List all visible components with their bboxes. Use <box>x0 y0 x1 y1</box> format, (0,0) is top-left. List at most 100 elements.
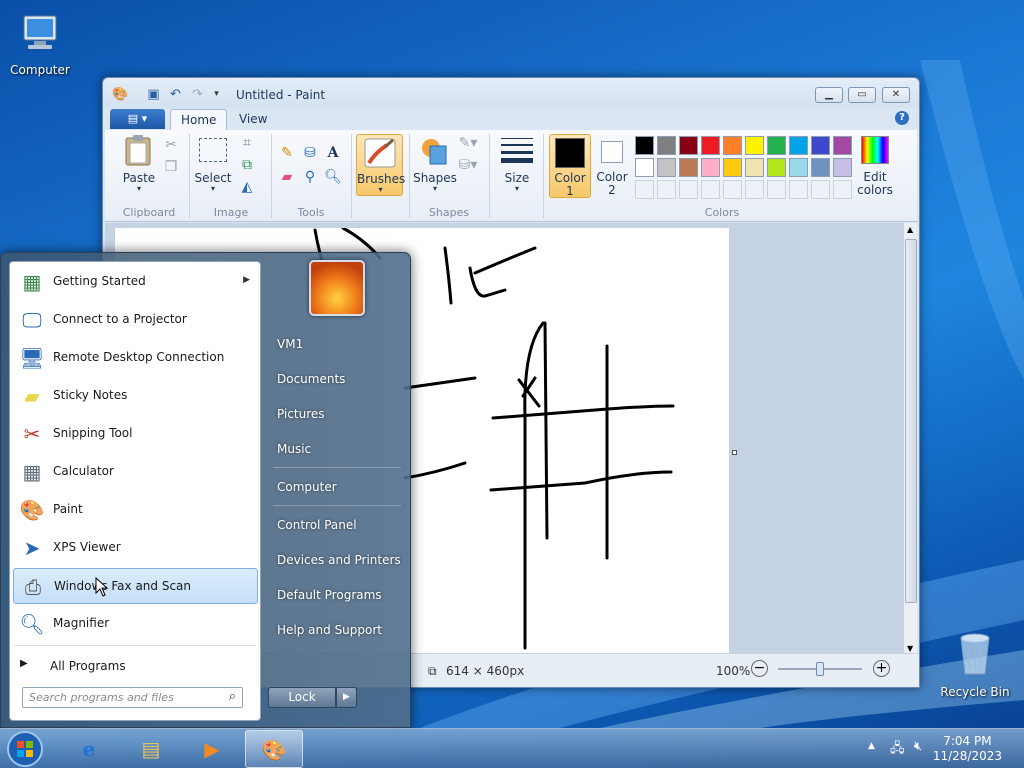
select-button[interactable]: Select ▾ <box>193 134 233 196</box>
internet-explorer-icon[interactable]: e <box>60 730 118 768</box>
shutdown-options-button[interactable]: ▶ <box>336 687 357 708</box>
start-menu-item[interactable]: ⎙ Windows Fax and Scan <box>13 568 258 604</box>
edit-colors-button[interactable]: Edit colors <box>855 134 895 198</box>
start-menu-item[interactable]: ✂ Snipping Tool <box>13 416 258 452</box>
custom-color-slot[interactable] <box>745 180 764 199</box>
media-player-icon[interactable]: ▶ <box>183 730 241 768</box>
color2-button[interactable]: Color 2 <box>594 134 630 198</box>
paint-taskbar-button[interactable]: 🎨 <box>245 730 303 768</box>
fill-bucket-icon[interactable]: ⛁ <box>299 142 321 164</box>
palette-color-swatch[interactable] <box>701 136 720 155</box>
zoom-out-button[interactable]: − <box>751 660 768 677</box>
palette-color-swatch[interactable] <box>767 158 786 177</box>
paint-app-icon[interactable]: 🎨 <box>112 87 128 102</box>
start-menu-place-item[interactable]: Pictures <box>277 407 325 421</box>
palette-color-swatch[interactable] <box>635 136 654 155</box>
palette-color-swatch[interactable] <box>811 158 830 177</box>
start-menu-place-item[interactable]: VM1 <box>277 337 303 351</box>
palette-color-swatch[interactable] <box>767 136 786 155</box>
start-menu-item[interactable]: 🎨 Paint <box>13 492 258 528</box>
brushes-button[interactable]: Brushes ▾ <box>356 134 405 196</box>
paint-menu-button[interactable]: ▤ ▾ <box>110 109 165 129</box>
custom-color-slot[interactable] <box>833 180 852 199</box>
outline-icon[interactable]: ✎▾ <box>457 132 479 154</box>
start-menu-item[interactable]: ▦ Getting Started ▶ <box>13 264 258 300</box>
palette-color-swatch[interactable] <box>701 158 720 177</box>
start-menu-item[interactable]: ▦ Calculator <box>13 454 258 490</box>
start-menu-item[interactable]: 🖵 Connect to a Projector <box>13 302 258 338</box>
color-picker-icon[interactable]: ⚲ <box>299 166 321 188</box>
clock[interactable]: 7:04 PM 11/28/2023 <box>933 734 1002 764</box>
start-menu-item[interactable]: ➤ XPS Viewer <box>13 530 258 566</box>
show-hidden-icons[interactable]: ▲ <box>868 741 875 751</box>
title-bar[interactable]: 🎨 ▣ ↶ ↷ ▾ Untitled - Paint ▁ ▭ ✕ <box>103 78 919 108</box>
paste-button[interactable]: Paste ▾ <box>111 134 167 196</box>
start-menu-item[interactable]: 🔍︎ Magnifier <box>13 606 258 642</box>
custom-color-slot[interactable] <box>635 180 654 199</box>
palette-color-swatch[interactable] <box>745 158 764 177</box>
search-input[interactable]: Search programs and files ⌕ <box>22 687 243 708</box>
cut-icon[interactable]: ✂ <box>160 134 182 156</box>
palette-color-swatch[interactable] <box>657 136 676 155</box>
scrollbar-thumb[interactable] <box>905 239 917 603</box>
save-icon[interactable]: ▣ <box>146 87 161 102</box>
custom-color-slot[interactable] <box>811 180 830 199</box>
start-menu-place-item[interactable]: Computer <box>277 480 337 494</box>
start-menu-place-item[interactable]: Documents <box>277 372 345 386</box>
start-menu-place-item[interactable]: Default Programs <box>277 588 382 602</box>
palette-color-swatch[interactable] <box>657 158 676 177</box>
copy-icon[interactable]: ❐ <box>160 156 182 178</box>
custom-color-slot[interactable] <box>789 180 808 199</box>
size-button[interactable]: Size ▾ <box>495 134 539 196</box>
customize-toolbar-icon[interactable]: ▾ <box>209 87 224 102</box>
start-button[interactable] <box>5 729 49 768</box>
palette-color-swatch[interactable] <box>789 136 808 155</box>
custom-color-slot[interactable] <box>679 180 698 199</box>
resize-icon[interactable]: ⧉ <box>236 154 258 176</box>
resize-handle[interactable] <box>732 450 737 455</box>
close-button[interactable]: ✕ <box>882 87 910 103</box>
palette-color-swatch[interactable] <box>745 136 764 155</box>
network-icon[interactable]: 🖧 <box>890 739 905 761</box>
start-menu-place-item[interactable]: Devices and Printers <box>277 553 401 567</box>
palette-color-swatch[interactable] <box>679 158 698 177</box>
palette-color-swatch[interactable] <box>833 136 852 155</box>
scroll-down-icon[interactable]: ▼ <box>907 644 913 653</box>
fill-icon[interactable]: ⛁▾ <box>457 154 479 176</box>
lock-button[interactable]: Lock <box>268 687 336 708</box>
custom-color-slot[interactable] <box>701 180 720 199</box>
help-icon[interactable]: ? <box>895 111 909 125</box>
palette-color-swatch[interactable] <box>679 136 698 155</box>
minimize-button[interactable]: ▁ <box>815 87 843 103</box>
palette-color-swatch[interactable] <box>833 158 852 177</box>
zoom-in-button[interactable]: + <box>873 660 890 677</box>
palette-color-swatch[interactable] <box>635 158 654 177</box>
start-menu-place-item[interactable]: Control Panel <box>277 518 357 532</box>
eraser-icon[interactable]: ▰ <box>276 166 298 188</box>
palette-color-swatch[interactable] <box>723 158 742 177</box>
palette-color-swatch[interactable] <box>811 136 830 155</box>
pencil-icon[interactable]: ✎ <box>276 142 298 164</box>
volume-muted-icon[interactable]: 🔇︎ <box>914 739 922 754</box>
color1-button[interactable]: Color 1 <box>549 134 591 198</box>
custom-color-slot[interactable] <box>767 180 786 199</box>
scroll-up-icon[interactable]: ▲ <box>907 225 913 234</box>
custom-color-slot[interactable] <box>657 180 676 199</box>
zoom-slider-thumb[interactable] <box>816 662 824 676</box>
vertical-scrollbar[interactable]: ▲ ▼ <box>903 223 917 655</box>
tab-view[interactable]: View <box>229 109 277 130</box>
maximize-button[interactable]: ▭ <box>848 87 876 103</box>
start-menu-place-item[interactable]: Music <box>277 442 311 456</box>
custom-color-slot[interactable] <box>723 180 742 199</box>
desktop-icon-computer[interactable]: Computer <box>0 8 80 77</box>
rotate-icon[interactable]: ◭ <box>236 176 258 198</box>
palette-color-swatch[interactable] <box>789 158 808 177</box>
zoom-slider[interactable] <box>778 662 862 676</box>
text-icon[interactable]: A <box>322 142 344 164</box>
start-menu-item[interactable]: ▰ Sticky Notes <box>13 378 258 414</box>
start-menu-item[interactable]: 🖥 Remote Desktop Connection <box>13 340 258 376</box>
crop-icon[interactable]: ⌗ <box>236 132 258 154</box>
shapes-button[interactable]: Shapes ▾ <box>413 134 457 196</box>
file-explorer-icon[interactable]: ▤ <box>122 730 180 768</box>
all-programs-button[interactable]: ▶ All Programs <box>13 652 258 680</box>
